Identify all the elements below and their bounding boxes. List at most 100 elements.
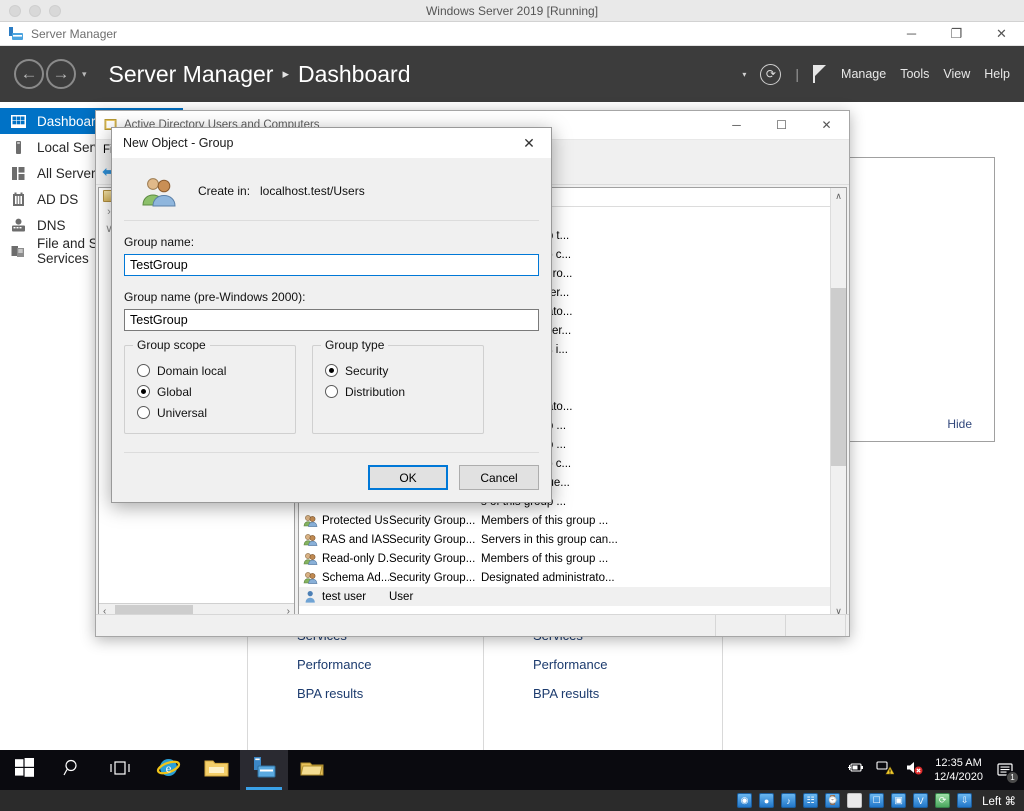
notification-icon[interactable]: 1 xyxy=(994,759,1019,784)
close-button[interactable]: ✕ xyxy=(979,22,1024,46)
scroll-thumb[interactable] xyxy=(831,288,846,466)
group-icon xyxy=(303,514,318,527)
table-row[interactable]: test user User xyxy=(299,587,846,606)
dashboard-icon xyxy=(10,113,27,130)
optical-disk-icon[interactable]: ● xyxy=(759,793,775,808)
tile-link-bpa-results[interactable]: BPA results xyxy=(533,686,718,701)
search-button[interactable] xyxy=(48,750,96,790)
virtualization-icon[interactable]: V xyxy=(913,793,929,808)
folder-icon xyxy=(204,757,229,784)
view-menu[interactable]: View xyxy=(943,67,970,81)
aduc-window-controls[interactable]: ─ ☐ ✕ xyxy=(714,111,849,140)
cell-name: test user xyxy=(299,590,389,603)
system-tray: 12:35 AM 12/4/2020 1 xyxy=(847,756,1024,784)
radio-domain-local[interactable]: Domain local xyxy=(137,360,283,381)
tools-menu[interactable]: Tools xyxy=(900,67,929,81)
table-row[interactable]: Protected Us...Security Group... Members … xyxy=(299,511,846,530)
refresh-icon[interactable]: ⟳ xyxy=(760,63,782,85)
group-users-icon xyxy=(140,175,178,207)
list-rows[interactable]: Protected Us...Security Group...Members … xyxy=(299,511,846,606)
start-button[interactable] xyxy=(0,750,48,790)
internet-explorer-button[interactable]: e xyxy=(144,750,192,790)
notifications-flag-icon[interactable] xyxy=(813,65,827,83)
cancel-button[interactable]: Cancel xyxy=(459,465,539,490)
keyboard-icon[interactable]: ⇩ xyxy=(957,793,973,808)
network-icon[interactable]: ☷ xyxy=(803,793,819,808)
audio-icon[interactable]: ♪ xyxy=(781,793,797,808)
file-explorer-button[interactable] xyxy=(192,750,240,790)
tile-link-performance[interactable]: Performance xyxy=(297,657,472,672)
create-in-label: Create in: xyxy=(198,184,251,198)
hide-link[interactable]: Hide xyxy=(947,417,972,431)
tile-link-performance[interactable]: Performance xyxy=(533,657,718,672)
help-menu[interactable]: Help xyxy=(984,67,1010,81)
clock-time: 12:35 AM xyxy=(935,757,982,769)
sidebar-item-label: AD DS xyxy=(37,191,79,207)
breadcrumb: Server Manager ▸ Dashboard xyxy=(109,61,411,88)
tile-links-left: Services Performance BPA results xyxy=(247,620,472,750)
radio-icon[interactable] xyxy=(137,406,150,419)
radio-global[interactable]: Global xyxy=(137,381,283,402)
radio-icon-selected[interactable] xyxy=(137,385,150,398)
tile-divider-right xyxy=(722,620,723,750)
radio-icon[interactable] xyxy=(325,385,338,398)
shared-folder-icon[interactable] xyxy=(847,793,863,808)
task-view-button[interactable] xyxy=(96,750,144,790)
radio-universal[interactable]: Universal xyxy=(137,402,283,423)
usb-icon[interactable]: ⌚ xyxy=(825,793,841,808)
restore-button[interactable]: ❐ xyxy=(934,22,979,46)
aduc-statusbar xyxy=(96,614,849,636)
breadcrumb-root[interactable]: Server Manager xyxy=(109,61,274,88)
minimize-button[interactable]: ─ xyxy=(889,22,934,46)
table-row[interactable]: RAS and IAS ...Security Group... Servers … xyxy=(299,530,846,549)
header-chevron-down-icon[interactable]: ▾ xyxy=(742,70,746,79)
power-icon[interactable] xyxy=(847,760,865,780)
ok-button[interactable]: OK xyxy=(368,465,448,490)
ad-ds-icon xyxy=(10,191,27,208)
server-manager-window-controls[interactable]: ─ ❐ ✕ xyxy=(889,22,1024,46)
manage-menu[interactable]: Manage xyxy=(841,67,886,81)
mouse-icon[interactable]: ⟳ xyxy=(935,793,951,808)
volume-muted-icon[interactable] xyxy=(905,760,923,780)
group-scope-fieldset: Group scope Domain local Global Universa… xyxy=(124,338,296,434)
radio-distribution[interactable]: Distribution xyxy=(325,381,471,402)
dialog-actions: OK Cancel xyxy=(112,453,551,490)
scroll-up-icon[interactable]: ∧ xyxy=(831,188,846,204)
navigation-buttons[interactable]: ← → ▾ xyxy=(14,59,87,89)
file-storage-icon xyxy=(10,243,27,260)
group-icon xyxy=(303,571,318,584)
group-name-pre2000-input[interactable]: TestGroup xyxy=(124,309,539,331)
clock[interactable]: 12:35 AM 12/4/2020 xyxy=(934,756,983,784)
display-icon[interactable]: ☐ xyxy=(869,793,885,808)
server-manager-button[interactable] xyxy=(240,750,288,790)
recording-icon[interactable]: ▣ xyxy=(891,793,907,808)
radio-security[interactable]: Security xyxy=(325,360,471,381)
cell-name-text: RAS and IAS ... xyxy=(322,533,389,546)
aduc-button[interactable] xyxy=(288,750,336,790)
aduc-maximize-button[interactable]: ☐ xyxy=(759,111,804,140)
list-vertical-scrollbar[interactable]: ∧ ∨ xyxy=(830,188,846,619)
group-name-input[interactable]: TestGroup xyxy=(124,254,539,276)
table-row[interactable]: Read-only D... Security Group... Members o… xyxy=(299,549,846,568)
tile-link-bpa-results[interactable]: BPA results xyxy=(297,686,472,701)
user-icon xyxy=(303,590,318,603)
radio-icon[interactable] xyxy=(137,364,150,377)
back-icon[interactable]: ← xyxy=(14,59,44,89)
chevron-down-icon[interactable]: ▾ xyxy=(82,69,87,80)
aduc-minimize-button[interactable]: ─ xyxy=(714,111,759,140)
cell-type: Security Group... xyxy=(389,514,476,527)
table-row[interactable]: Schema Ad... Security Group... Designated … xyxy=(299,568,846,587)
forward-icon[interactable]: → xyxy=(46,59,76,89)
radio-icon-selected[interactable] xyxy=(325,364,338,377)
create-in-row: Create in: localhost.test/Users xyxy=(124,158,539,218)
group-icon xyxy=(303,533,318,546)
cell-type: Security Group... xyxy=(389,552,476,565)
new-object-group-dialog: New Object - Group ✕ Create in: localhos… xyxy=(111,127,552,503)
dialog-close-button[interactable]: ✕ xyxy=(507,128,551,158)
aduc-close-button[interactable]: ✕ xyxy=(804,111,849,140)
cell-type: Security Group... xyxy=(389,533,476,546)
network-warning-icon[interactable] xyxy=(876,760,895,780)
hdd-icon[interactable]: ◉ xyxy=(737,793,753,808)
dialog-title: New Object - Group xyxy=(123,136,234,150)
cell-name-text: Schema Ad... xyxy=(322,571,389,584)
